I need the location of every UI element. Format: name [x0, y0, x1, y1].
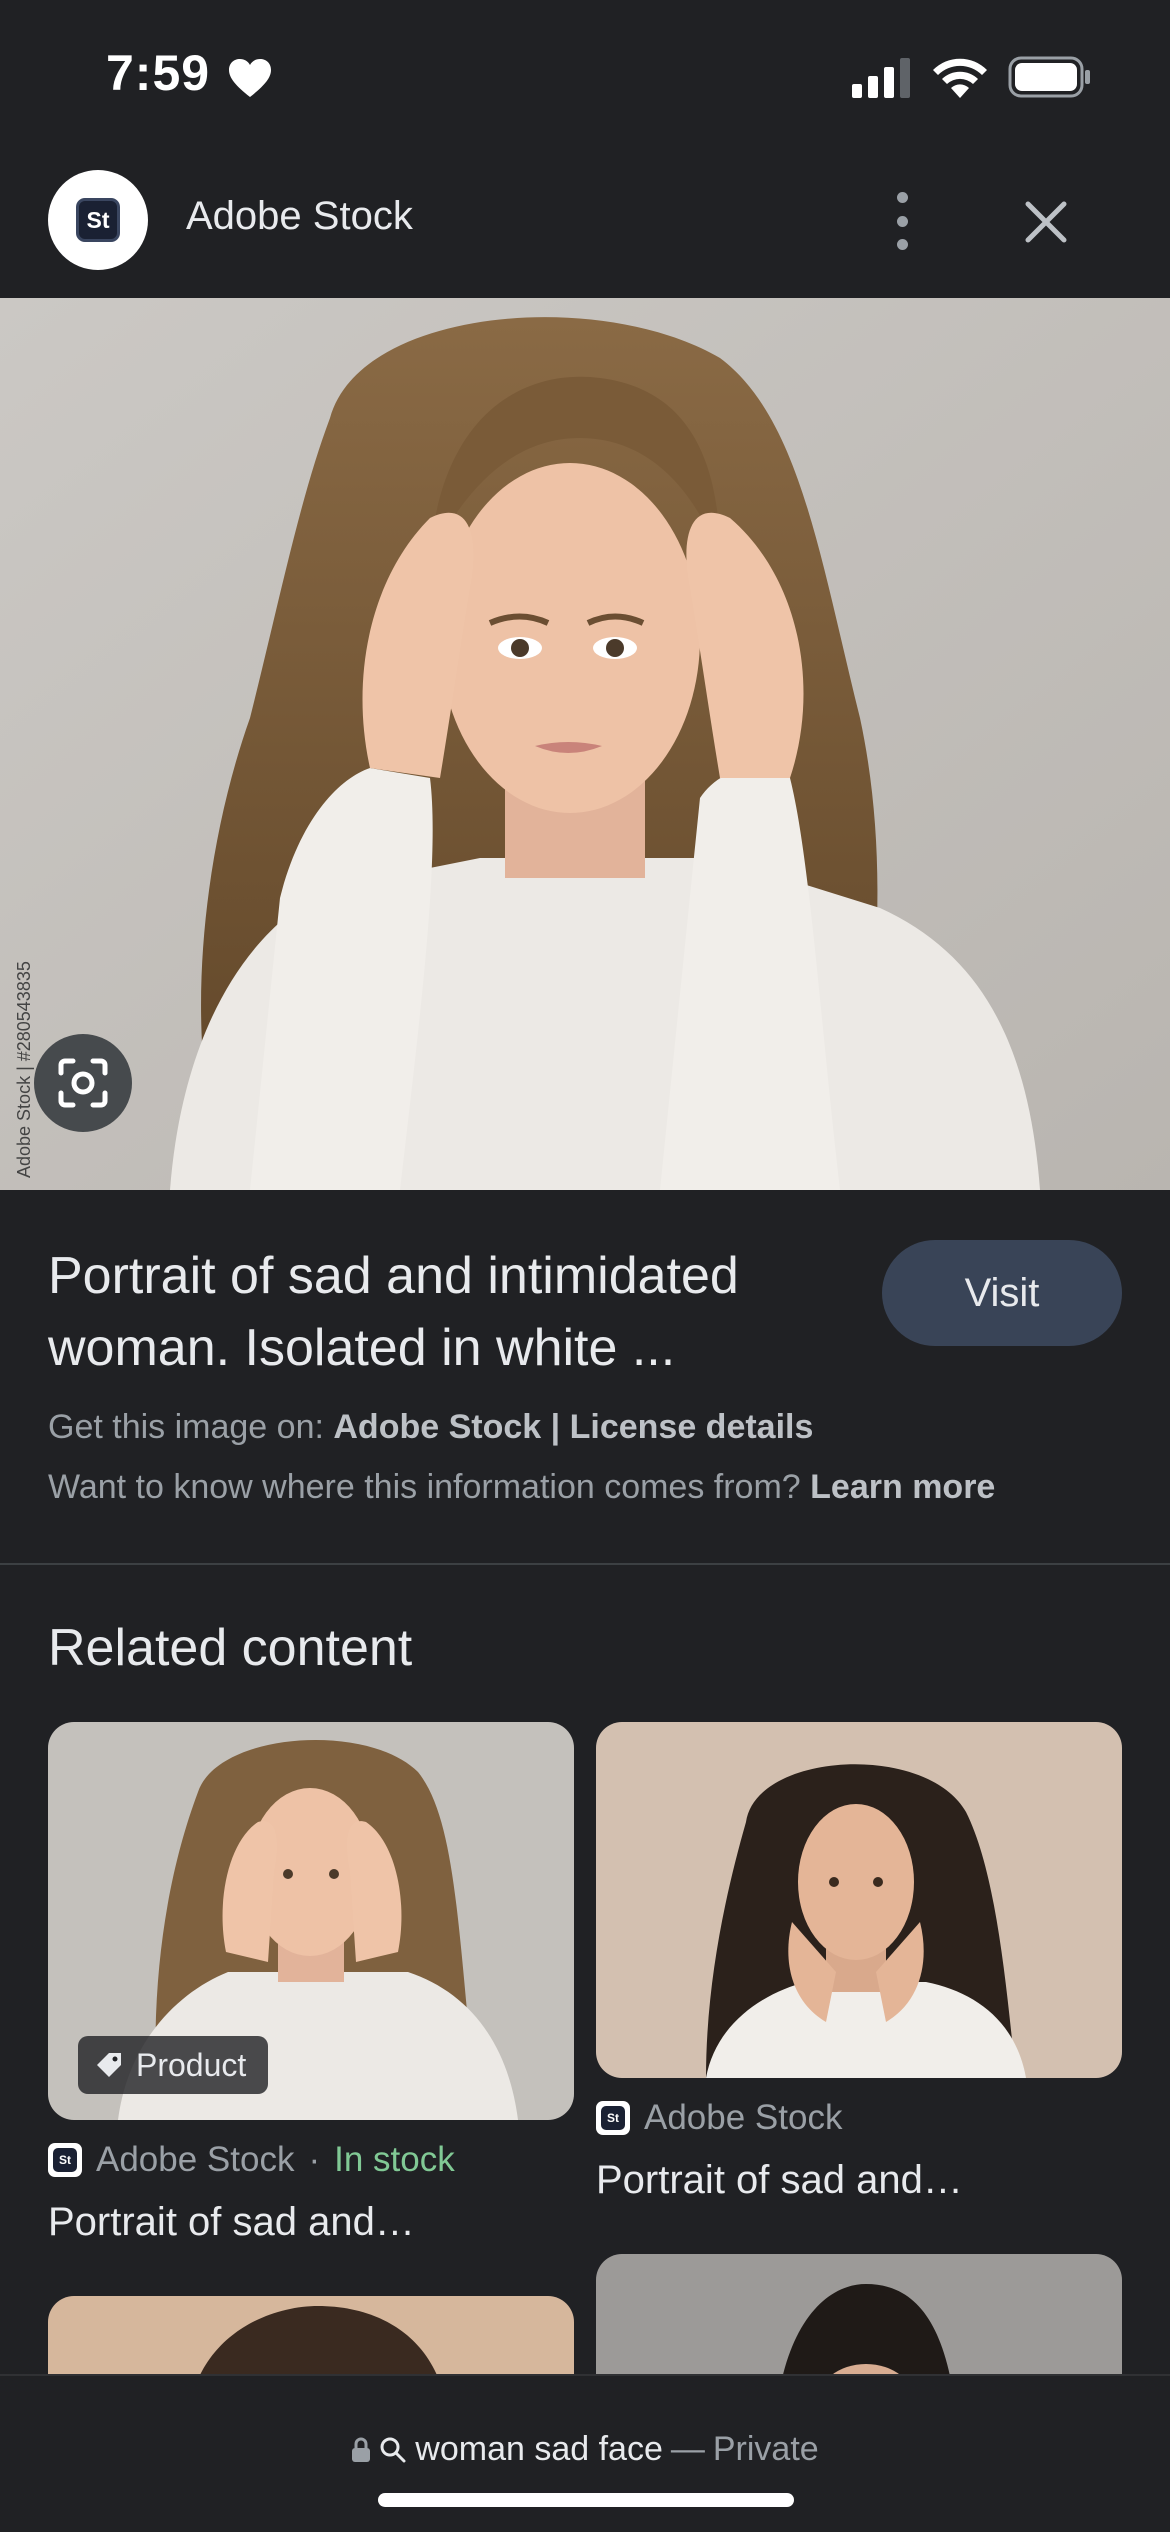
related-card[interactable]: Product St Adobe Stock · In stock Portra… [48, 1722, 574, 2245]
related-card[interactable]: St Adobe Stock Portrait of sad and… [596, 1722, 1122, 2202]
source-separator: | [550, 1408, 561, 1446]
lens-icon [58, 1058, 108, 1108]
learn-more-link[interactable]: Learn more [810, 1468, 995, 1506]
status-time: 7:59 [106, 45, 211, 101]
product-badge: Product [78, 2036, 269, 2094]
lock-icon [352, 2437, 371, 2462]
related-thumbnail[interactable]: Product [48, 1722, 574, 2120]
product-badge-label: Product [136, 2046, 247, 2083]
result-title[interactable]: Portrait of sad and intimidated woman. I… [48, 1240, 868, 1384]
info-line: Want to know where this information come… [48, 1468, 995, 1507]
adobe-stock-logo-icon: St [76, 198, 120, 242]
query-separator: — [670, 2430, 705, 2468]
heart-icon [229, 59, 271, 97]
tag-icon [97, 2053, 121, 2077]
close-icon[interactable] [1016, 192, 1076, 252]
site-logo[interactable]: St [48, 170, 148, 270]
battery-icon [1008, 56, 1090, 98]
wifi-icon [933, 58, 987, 98]
cellular-signal-icon [852, 58, 910, 98]
lens-search-button[interactable] [34, 1034, 132, 1132]
info-question: Want to know where this information come… [48, 1468, 801, 1506]
related-photo [596, 1722, 1122, 2078]
stock-status: In stock [334, 2140, 455, 2179]
browser-page: 7:59 St Adobe Stock Adobe Stock | #28054… [0, 0, 1170, 2532]
adobe-stock-favicon-icon: St [596, 2101, 630, 2135]
main-result-image[interactable]: Adobe Stock | #280543835 [0, 298, 1170, 1190]
source-link[interactable]: Adobe Stock [333, 1408, 541, 1446]
search-icon [380, 2437, 406, 2462]
search-query: woman sad face [415, 2430, 663, 2468]
card-source-name: Adobe Stock [96, 2140, 295, 2179]
more-options-icon[interactable] [880, 186, 924, 256]
adobe-stock-favicon-icon: St [48, 2143, 82, 2177]
license-details-link[interactable]: License details [570, 1408, 814, 1446]
related-content-heading: Related content [48, 1619, 413, 1677]
address-bar[interactable]: woman sad face — Private [0, 2374, 1170, 2532]
side-watermark: Adobe Stock | #280543835 [14, 961, 34, 1178]
card-title[interactable]: Portrait of sad and… [596, 2158, 963, 2203]
home-indicator[interactable] [378, 2493, 794, 2507]
card-source: St Adobe Stock · In stock [48, 2140, 455, 2180]
source-prefix: Get this image on: [48, 1408, 324, 1446]
card-source-separator: · [308, 2140, 321, 2179]
card-source-name: Adobe Stock [644, 2098, 843, 2137]
main-photo [0, 298, 1170, 1190]
site-name[interactable]: Adobe Stock [186, 194, 413, 239]
browsing-mode: Private [712, 2430, 819, 2468]
divider [0, 1563, 1170, 1565]
source-line: Get this image on: Adobe Stock | License… [48, 1408, 813, 1447]
card-title[interactable]: Portrait of sad and… [48, 2200, 415, 2245]
visit-button[interactable]: Visit [882, 1240, 1122, 1346]
status-bar: 7:59 [0, 0, 1170, 150]
related-thumbnail[interactable] [596, 1722, 1122, 2078]
card-source: St Adobe Stock [596, 2098, 842, 2138]
result-header: St Adobe Stock [0, 150, 1170, 298]
address-row[interactable]: woman sad face — Private [0, 2430, 1170, 2469]
